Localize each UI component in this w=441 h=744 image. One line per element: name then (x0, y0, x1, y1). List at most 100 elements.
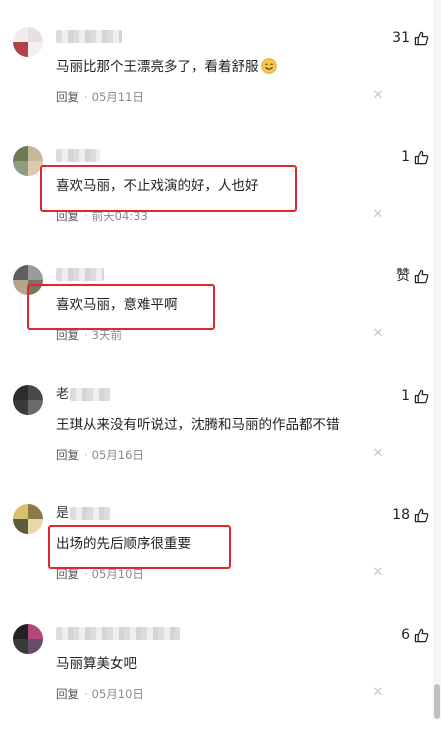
smile-emoji-icon (260, 58, 277, 74)
comment-meta: 回复 · 05月10日 (56, 687, 144, 701)
comment-meta: 回复 · 05月10日 (56, 567, 144, 581)
comment-text: 出场的先后顺序很重要 (56, 536, 191, 552)
avatar-tile (28, 385, 43, 400)
comment-text: 王琪从来没有听说过，沈腾和马丽的作品都不错 (56, 417, 340, 433)
avatar-tile (28, 42, 43, 57)
avatar-tile (13, 265, 28, 280)
scrollbar-track[interactable] (433, 0, 441, 719)
username-blur (56, 268, 104, 281)
reply-link[interactable]: 回复 (56, 209, 79, 223)
comment-meta: 回复 · 05月16日 (56, 448, 144, 462)
thumbs-up-icon (414, 269, 429, 283)
thumbs-up-icon (414, 389, 429, 403)
thumbs-up-icon (414, 508, 429, 522)
close-icon[interactable]: ✕ (371, 208, 385, 222)
comment-date: 05月10日 (91, 687, 144, 701)
username-blur (70, 507, 110, 520)
username-blur (70, 388, 110, 401)
comment-date: 3天前 (91, 328, 122, 342)
avatar-tile (28, 519, 43, 534)
avatar-tile (13, 146, 28, 161)
avatar-tile (28, 504, 43, 519)
comment-text: 喜欢马丽，意难平啊 (56, 297, 178, 313)
close-icon[interactable]: ✕ (371, 566, 385, 580)
like-count: 6 (401, 627, 410, 643)
username-blur (56, 627, 180, 640)
thumbs-up-icon (414, 628, 429, 642)
comment-text: 马丽比那个王漂亮多了，看着舒服 (56, 57, 277, 77)
avatar-tile (28, 624, 43, 639)
avatar[interactable] (13, 146, 43, 176)
comment-meta: 回复 · 05月11日 (56, 90, 144, 104)
separator-dot: · (84, 209, 88, 223)
comment-item: 赞 喜欢马丽，意难平啊 回复 · 3天前 ✕ (0, 265, 429, 385)
comment-text: 马丽算美女吧 (56, 656, 137, 672)
avatar-tile (13, 519, 28, 534)
comment-meta: 回复 · 3天前 (56, 328, 122, 342)
reply-link[interactable]: 回复 (56, 567, 79, 581)
reply-link[interactable]: 回复 (56, 328, 79, 342)
avatar-tile (13, 400, 28, 415)
like-button[interactable]: 赞 (396, 267, 429, 285)
avatar[interactable] (13, 385, 43, 415)
username[interactable]: 是 (56, 506, 69, 522)
like-button[interactable]: 18 (392, 506, 429, 524)
avatar-tile (28, 146, 43, 161)
comment-item: 1 喜欢马丽，不止戏演的好，人也好 回复 · 前天04:33 ✕ (0, 146, 429, 266)
avatar[interactable] (13, 504, 43, 534)
reply-link[interactable]: 回复 (56, 448, 79, 462)
comment-date: 05月10日 (91, 567, 144, 581)
comment-item: 老 1 王琪从来没有听说过，沈腾和马丽的作品都不错 回复 · 05月16日 ✕ (0, 385, 429, 505)
avatar-tile (13, 639, 28, 654)
close-icon[interactable]: ✕ (371, 327, 385, 341)
separator-dot: · (84, 90, 88, 104)
like-count: 1 (401, 388, 410, 404)
like-button[interactable]: 1 (401, 387, 429, 405)
avatar-tile (13, 280, 28, 295)
avatar[interactable] (13, 265, 43, 295)
username-blur (56, 149, 100, 162)
thumbs-up-icon (414, 31, 429, 45)
like-button[interactable]: 6 (401, 626, 429, 644)
comment-date: 05月11日 (91, 90, 144, 104)
avatar[interactable] (13, 624, 43, 654)
avatar-tile (13, 161, 28, 176)
separator-dot: · (84, 328, 88, 342)
close-icon[interactable]: ✕ (371, 447, 385, 461)
reply-link[interactable]: 回复 (56, 90, 79, 104)
comment-item: 6 马丽算美女吧 回复 · 05月10日 ✕ (0, 624, 429, 744)
avatar-tile (13, 42, 28, 57)
comment-item: 是 18 出场的先后顺序很重要 回复 · 05月10日 ✕ (0, 504, 429, 624)
separator-dot: · (84, 567, 88, 581)
comment-meta: 回复 · 前天04:33 (56, 209, 148, 223)
like-count: 31 (392, 30, 410, 46)
comment-item: 31 马丽比那个王漂亮多了，看着舒服 回复 · 05月11日 ✕ (0, 27, 429, 147)
username-blur (56, 30, 122, 43)
avatar-tile (28, 400, 43, 415)
like-count: 18 (392, 507, 410, 523)
avatar-tile (28, 27, 43, 42)
username[interactable]: 老 (56, 387, 69, 403)
comment-date: 05月16日 (91, 448, 144, 462)
avatar-tile (28, 161, 43, 176)
like-count: 1 (401, 149, 410, 165)
reply-link[interactable]: 回复 (56, 687, 79, 701)
avatar-tile (28, 639, 43, 654)
like-button[interactable]: 31 (392, 29, 429, 47)
like-button[interactable]: 1 (401, 148, 429, 166)
thumbs-up-icon (414, 150, 429, 164)
avatar-tile (13, 624, 28, 639)
comment-date: 前天04:33 (91, 209, 148, 223)
avatar-tile (13, 504, 28, 519)
avatar-tile (28, 265, 43, 280)
avatar-tile (13, 385, 28, 400)
close-icon[interactable]: ✕ (371, 89, 385, 103)
scrollbar-thumb[interactable] (434, 684, 440, 719)
avatar[interactable] (13, 27, 43, 57)
separator-dot: · (84, 448, 88, 462)
like-count: 赞 (396, 268, 410, 284)
avatar-tile (28, 280, 43, 295)
comment-text-content: 马丽比那个王漂亮多了，看着舒服 (56, 59, 259, 75)
close-icon[interactable]: ✕ (371, 686, 385, 700)
avatar-tile (13, 27, 28, 42)
